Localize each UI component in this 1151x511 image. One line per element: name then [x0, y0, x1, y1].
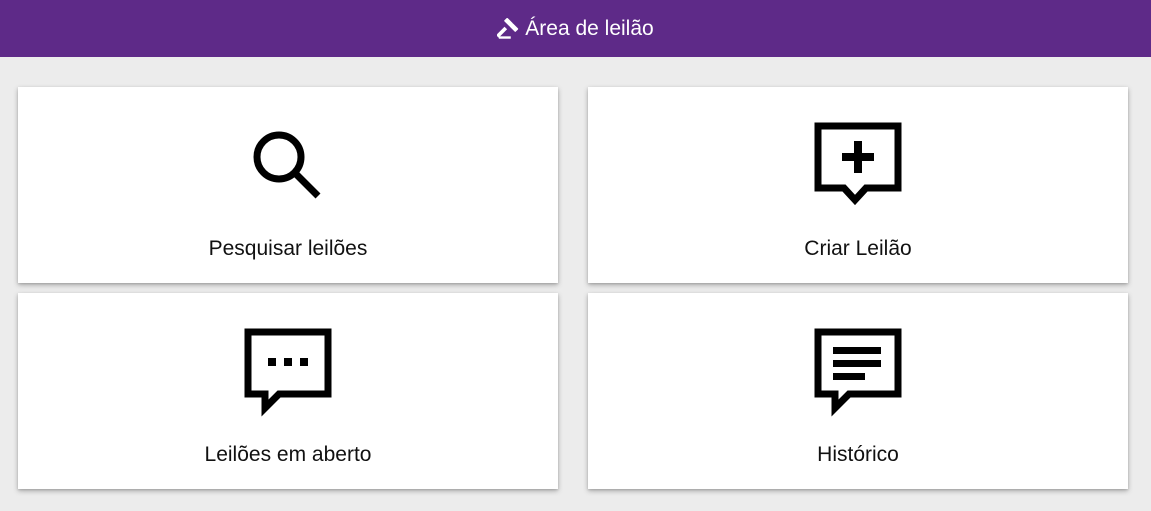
header-title-group: Área de leilão: [497, 16, 654, 41]
open-auctions-label: Leilões em aberto: [204, 443, 372, 466]
comment-text-icon: [813, 327, 903, 417]
create-auction-card[interactable]: Criar Leilão: [588, 87, 1128, 283]
search-auctions-label: Pesquisar leilões: [208, 237, 368, 260]
create-auction-label: Criar Leilão: [804, 237, 912, 260]
page-title: Área de leilão: [525, 16, 654, 40]
search-auctions-card[interactable]: Pesquisar leilões: [18, 87, 558, 283]
top-header: Área de leilão: [0, 0, 1151, 57]
history-card[interactable]: Histórico: [588, 293, 1128, 489]
comment-dots-icon: [243, 327, 333, 417]
gavel-icon: [497, 17, 519, 40]
history-label: Histórico: [817, 443, 899, 466]
search-icon: [243, 121, 333, 211]
open-auctions-card[interactable]: Leilões em aberto: [18, 293, 558, 489]
add-comment-icon: [813, 121, 903, 211]
